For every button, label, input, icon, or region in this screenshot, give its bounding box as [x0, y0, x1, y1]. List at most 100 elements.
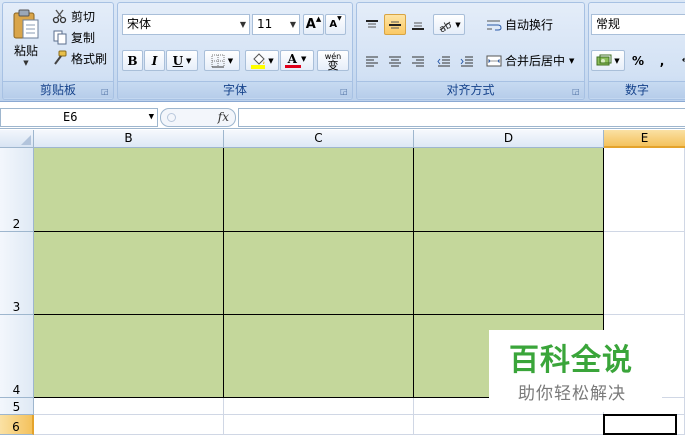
bold-button[interactable]: B — [122, 50, 143, 71]
cut-button[interactable]: 剪切 — [51, 6, 111, 26]
font-name-combo[interactable]: 宋体 ▼ — [122, 14, 250, 35]
name-box[interactable]: E6 ▼ — [0, 108, 158, 127]
fill-color-button[interactable]: ▼ — [245, 50, 279, 71]
chevron-down-icon[interactable]: ▼ — [149, 109, 154, 126]
cell-b2[interactable] — [34, 148, 224, 232]
increase-decimal-button[interactable]: ← — [675, 50, 685, 71]
dialog-launcher-icon[interactable]: ◲ — [340, 87, 349, 96]
chevron-down-icon[interactable]: ▼ — [237, 15, 249, 34]
cell-e3[interactable] — [604, 232, 685, 315]
cell-c2[interactable] — [224, 148, 414, 232]
align-center-button[interactable] — [384, 50, 406, 71]
align-bottom-button[interactable] — [407, 14, 429, 35]
paste-label: 粘贴 — [13, 44, 38, 58]
insert-function-button[interactable]: fx — [218, 109, 229, 126]
percent-button[interactable]: % — [627, 50, 649, 71]
cell-c4[interactable] — [224, 315, 414, 398]
align-middle-button[interactable] — [384, 14, 406, 35]
number-format-combo[interactable]: 常规 — [591, 14, 685, 35]
cell-b4[interactable] — [34, 315, 224, 398]
cell-d2[interactable] — [414, 148, 604, 232]
clipboard-group: 粘贴 ▼ 剪切 复制 格式刷 剪贴板 ◲ — [2, 2, 114, 100]
paste-icon — [13, 9, 39, 39]
row-header-4[interactable]: 4 — [0, 315, 34, 398]
chevron-down-icon[interactable]: ▼ — [287, 15, 299, 34]
italic-button[interactable]: I — [144, 50, 165, 71]
align-top-icon — [366, 19, 378, 27]
cell-e2[interactable] — [604, 148, 685, 232]
chevron-down-icon[interactable]: ▼ — [228, 57, 233, 65]
merge-center-label: 合并后居中 — [505, 54, 566, 68]
number-format-value: 常规 — [596, 17, 621, 31]
cell-c5[interactable] — [224, 398, 414, 415]
orientation-button[interactable]: ab ▼ — [433, 14, 465, 35]
align-left-icon — [366, 56, 378, 66]
dialog-launcher-icon[interactable]: ◲ — [572, 87, 581, 96]
copy-label: 复制 — [71, 30, 96, 45]
align-center-icon — [389, 56, 401, 66]
cell-b6[interactable] — [34, 415, 224, 435]
increase-indent-button[interactable] — [456, 50, 478, 71]
wrap-text-button[interactable]: 自动换行 — [485, 14, 560, 35]
watermark-subtitle: 助你轻松解决 — [518, 384, 626, 404]
align-right-button[interactable] — [407, 50, 429, 71]
shrink-font-button[interactable]: A ▼ — [325, 14, 346, 35]
fill-bucket-icon — [251, 52, 266, 69]
chevron-down-icon[interactable]: ▼ — [268, 57, 273, 65]
row-header-5[interactable]: 5 — [0, 398, 34, 415]
font-color-button[interactable]: A ▼ — [280, 50, 314, 71]
font-color-label: A — [287, 52, 297, 66]
select-all-button[interactable] — [0, 130, 34, 148]
row-header-6[interactable]: 6 — [0, 415, 34, 435]
increase-indent-icon — [460, 56, 473, 66]
column-header-c[interactable]: C — [224, 130, 414, 148]
format-painter-button[interactable]: 格式刷 — [51, 48, 113, 68]
decrease-indent-button[interactable] — [433, 50, 455, 71]
font-size-combo[interactable]: 11 ▼ — [252, 14, 300, 35]
column-header-d[interactable]: D — [414, 130, 604, 148]
cell-d6[interactable] — [414, 415, 604, 435]
accounting-format-button[interactable]: ▼ — [591, 50, 625, 71]
cell-d3[interactable] — [414, 232, 604, 315]
font-size-value: 11 — [257, 17, 273, 31]
align-middle-icon — [389, 21, 401, 28]
clipboard-group-label: 剪贴板 — [3, 81, 113, 98]
alignment-group-label: 对齐方式 — [357, 81, 584, 98]
cell-c6[interactable] — [224, 415, 414, 435]
formula-input[interactable] — [238, 108, 685, 127]
cell-c3[interactable] — [224, 232, 414, 315]
chevron-down-icon[interactable]: ▼ — [186, 56, 191, 65]
font-group: 宋体 ▼ 11 ▼ A ▲ A ▼ B I U ▼ ▼ ▼ A ▼ wén 变 … — [117, 2, 353, 100]
chevron-down-icon: ▼ — [23, 59, 29, 67]
ribbon: 粘贴 ▼ 剪切 复制 格式刷 剪贴板 ◲ 宋体 ▼ 11 ▼ A ▲ A ▼ B… — [0, 0, 685, 102]
cell-b3[interactable] — [34, 232, 224, 315]
comma-button[interactable]: , — [651, 50, 673, 71]
chevron-down-icon[interactable]: ▼ — [301, 55, 306, 63]
column-header-e[interactable]: E — [604, 130, 685, 148]
grow-font-button[interactable]: A ▲ — [303, 14, 324, 35]
underline-button[interactable]: U ▼ — [166, 50, 198, 71]
phonetic-button[interactable]: wén 变 — [317, 50, 349, 71]
bold-label: B — [127, 53, 138, 68]
copy-button[interactable]: 复制 — [51, 27, 111, 47]
grip-icon[interactable] — [167, 113, 176, 122]
merge-center-button[interactable]: 合并后居中 ▼ — [485, 50, 581, 71]
format-painter-icon — [54, 50, 67, 65]
chevron-down-icon[interactable]: ▼ — [569, 57, 574, 65]
phonetic-glyph: 变 — [327, 58, 339, 72]
dialog-launcher-icon[interactable]: ◲ — [101, 87, 110, 96]
watermark: 百科全说 助你轻松解决 — [489, 330, 662, 412]
cell-b5[interactable] — [34, 398, 224, 415]
borders-button[interactable]: ▼ — [204, 50, 240, 71]
cut-label: 剪切 — [71, 9, 96, 24]
row-header-3[interactable]: 3 — [0, 232, 34, 315]
copy-icon — [53, 30, 67, 45]
chevron-down-icon[interactable]: ▼ — [455, 21, 460, 29]
row-header-2[interactable]: 2 — [0, 148, 34, 232]
paste-button[interactable]: 粘贴 ▼ — [7, 5, 45, 79]
chevron-down-icon[interactable]: ▼ — [614, 57, 619, 65]
decrease-indent-icon — [437, 56, 450, 66]
column-header-b[interactable]: B — [34, 130, 224, 148]
align-left-button[interactable] — [361, 50, 383, 71]
align-top-button[interactable] — [361, 14, 383, 35]
